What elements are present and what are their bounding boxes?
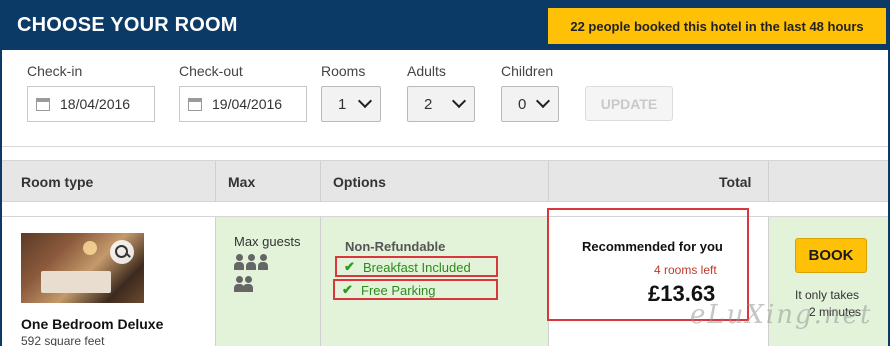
guest-icon — [243, 276, 253, 292]
rooms-select[interactable]: 1 — [321, 86, 381, 122]
table-divider — [2, 146, 888, 147]
rooms-value: 1 — [338, 96, 347, 113]
calendar-icon — [36, 98, 50, 111]
rate-type: Non-Refundable — [345, 239, 446, 254]
option-breakfast: ✔ Breakfast Included — [335, 256, 498, 277]
adults-label: Adults — [407, 63, 446, 79]
column-separator — [320, 161, 321, 202]
watermark: eLuXing.net — [690, 300, 873, 330]
rooms-left: 4 rooms left — [654, 263, 717, 277]
recommended-label: Recommended for you — [582, 239, 723, 254]
column-header-options: Options — [333, 174, 386, 190]
column-separator — [215, 217, 216, 346]
column-separator — [548, 161, 549, 202]
column-separator — [320, 217, 321, 346]
checkin-label: Check-in — [27, 63, 83, 79]
checkout-input[interactable]: 19/04/2016 — [179, 86, 307, 122]
chevron-down-icon — [451, 93, 467, 109]
checkin-value: 18/04/2016 — [60, 96, 131, 112]
booking-promo-banner: 22 people booked this hotel in the last … — [548, 8, 886, 44]
max-guests-label: Max guests — [234, 234, 301, 249]
children-label: Children — [501, 63, 554, 79]
chevron-down-icon — [357, 93, 373, 109]
option-label: Free Parking — [361, 283, 436, 298]
update-button[interactable]: UPDATE — [585, 86, 673, 121]
book-button[interactable]: BOOK — [795, 238, 867, 273]
room-size: 592 square feet — [21, 334, 105, 346]
column-separator — [768, 161, 769, 202]
header-bar: CHOOSE YOUR ROOM 22 people booked this h… — [0, 0, 890, 50]
column-separator — [215, 161, 216, 202]
checkout-label: Check-out — [179, 63, 243, 79]
option-parking: ✔ Free Parking — [333, 279, 498, 300]
children-value: 0 — [518, 96, 527, 113]
chevron-down-icon — [535, 93, 551, 109]
column-header-total: Total — [719, 174, 752, 190]
check-icon: ✔ — [342, 282, 353, 297]
page-title: CHOOSE YOUR ROOM — [17, 14, 238, 36]
adults-value: 2 — [424, 96, 433, 113]
children-select[interactable]: 0 — [501, 86, 559, 122]
checkout-value: 19/04/2016 — [212, 96, 283, 112]
photo-bed — [41, 271, 111, 293]
column-header-room-type: Room type — [21, 174, 94, 190]
rooms-label: Rooms — [321, 63, 366, 79]
calendar-icon — [188, 98, 202, 111]
photo-lamp — [83, 241, 97, 255]
zoom-icon[interactable] — [110, 240, 134, 264]
column-header-max: Max — [228, 174, 256, 190]
option-label: Breakfast Included — [363, 260, 471, 275]
adults-select[interactable]: 2 — [407, 86, 475, 122]
guest-icon — [258, 254, 268, 270]
check-icon: ✔ — [344, 259, 355, 274]
room-name[interactable]: One Bedroom Deluxe — [21, 316, 163, 332]
checkin-input[interactable]: 18/04/2016 — [27, 86, 155, 122]
guest-icon — [246, 254, 256, 270]
table-header: Room type Max Options Total — [2, 160, 888, 202]
guest-icon — [234, 254, 244, 270]
